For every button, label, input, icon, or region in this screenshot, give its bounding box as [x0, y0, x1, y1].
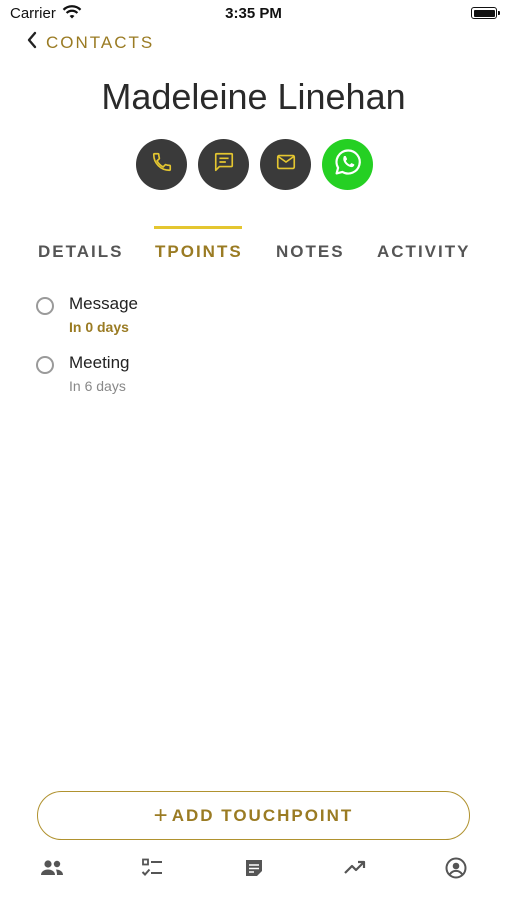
clock: 3:35 PM: [225, 5, 282, 22]
touchpoint-title: Meeting: [69, 353, 130, 372]
touchpoint-due: In 0 days: [69, 319, 129, 335]
email-button[interactable]: [260, 139, 311, 190]
tab-notes[interactable]: NOTES: [276, 242, 345, 262]
complete-radio[interactable]: [36, 356, 54, 374]
trending-icon: [343, 860, 367, 881]
notes-icon: [243, 857, 265, 884]
people-icon: [39, 858, 65, 883]
touchpoint-due: In 6 days: [69, 378, 126, 394]
whatsapp-button[interactable]: [322, 139, 373, 190]
active-tab-indicator: [154, 226, 242, 229]
tab-bar-notes[interactable]: [240, 858, 268, 882]
touchpoint-title: Message: [69, 294, 138, 313]
call-button[interactable]: [136, 139, 187, 190]
list-item[interactable]: Meeting In 6 days: [36, 353, 129, 394]
tab-bar-account[interactable]: [442, 856, 470, 885]
bottom-tab-bar: [0, 850, 507, 890]
account-icon: [444, 856, 468, 885]
contact-name: Madeleine Linehan: [101, 76, 406, 117]
complete-radio[interactable]: [36, 297, 54, 315]
status-bar: Carrier 3:35 PM: [0, 0, 507, 28]
mail-icon: [275, 151, 297, 178]
whatsapp-icon: [332, 146, 364, 183]
back-label: CONTACTS: [46, 32, 155, 52]
tab-bar-trends[interactable]: [341, 858, 369, 882]
segment-tabs: DETAILS TPOINTS NOTES ACTIVITY: [0, 226, 507, 276]
chevron-left-icon: [26, 31, 38, 54]
back-button[interactable]: CONTACTS: [26, 31, 154, 54]
phone-icon: [151, 151, 173, 178]
list-item[interactable]: Message In 0 days: [36, 294, 138, 335]
checklist-icon: [140, 857, 164, 884]
message-button[interactable]: [198, 139, 249, 190]
tab-bar-tasks[interactable]: [138, 858, 166, 882]
tab-activity[interactable]: ACTIVITY: [377, 242, 470, 262]
battery-icon: [471, 7, 500, 19]
add-touchpoint-label: ADD TOUCHPOINT: [171, 805, 354, 825]
plus-icon: +: [153, 801, 168, 829]
tab-details[interactable]: DETAILS: [38, 242, 123, 262]
tab-tpoints[interactable]: TPOINTS: [155, 242, 243, 262]
contact-actions: [136, 139, 373, 190]
add-touchpoint-button[interactable]: + ADD TOUCHPOINT: [37, 791, 470, 840]
message-icon: [213, 151, 235, 178]
tab-bar-contacts[interactable]: [38, 858, 66, 882]
